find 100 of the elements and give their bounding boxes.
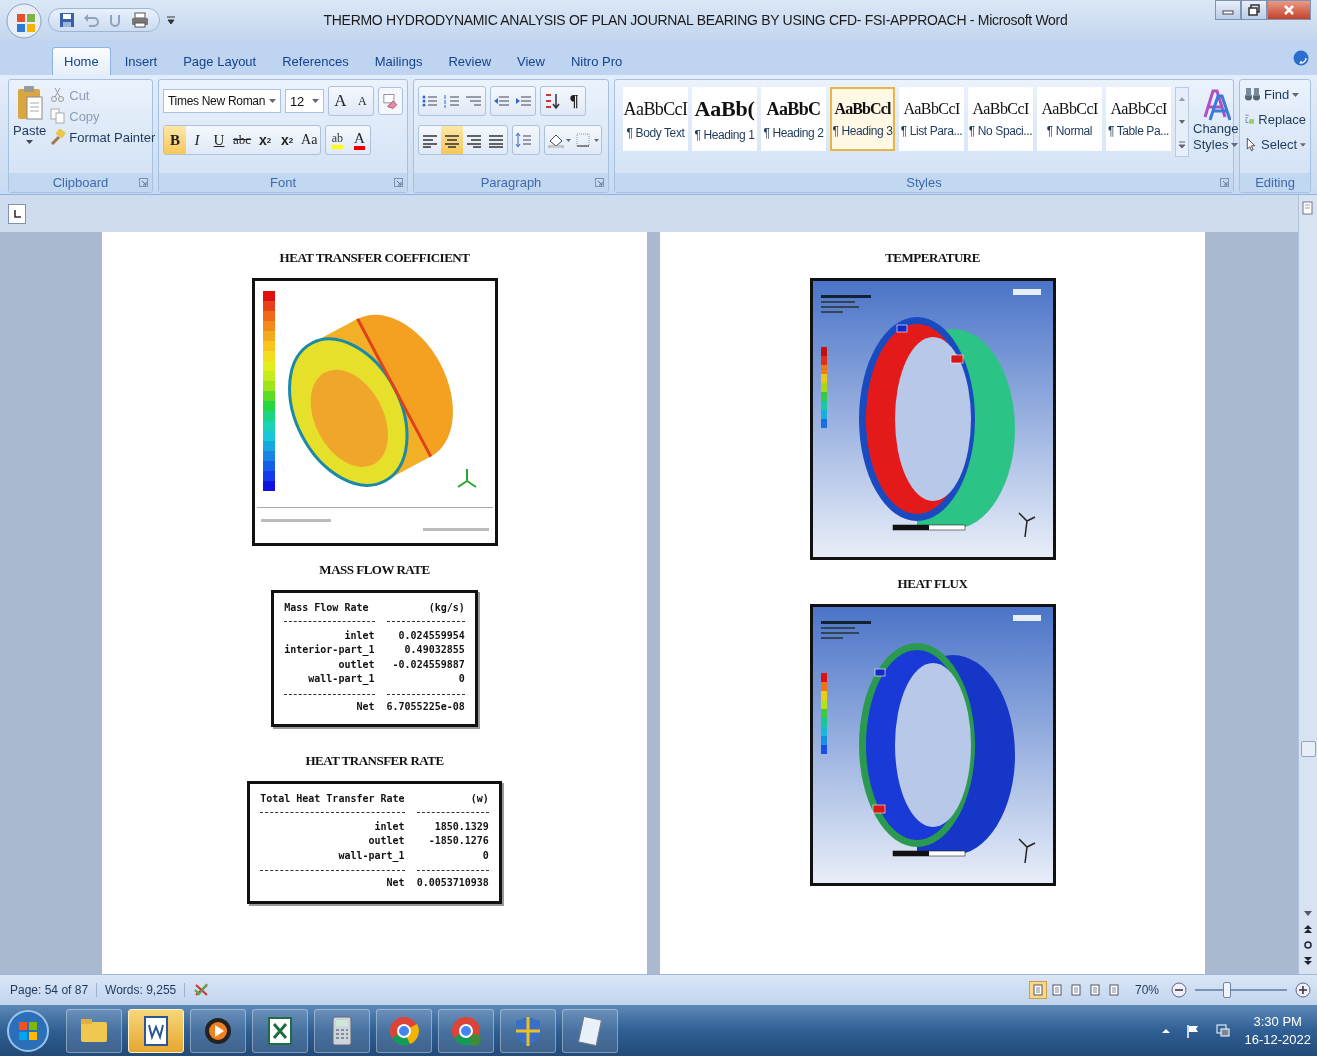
ribbon-tab[interactable]: View — [505, 47, 557, 75]
axis-triad-icon — [1017, 838, 1036, 864]
style-gallery-item[interactable]: AaBbCcI ¶ Table Pa... — [1106, 87, 1171, 151]
ribbon-tab[interactable]: Mailings — [362, 47, 435, 75]
network-icon[interactable] — [1214, 1022, 1231, 1039]
dialog-launcher-icon[interactable] — [595, 178, 604, 187]
ribbon-tab[interactable]: Page Layout — [171, 47, 269, 75]
dropdown-arrow-icon[interactable] — [312, 99, 320, 103]
view-mode-button[interactable] — [1028, 981, 1047, 999]
tab-selector-button[interactable] — [8, 203, 26, 224]
grow-font-button[interactable]: A — [329, 87, 352, 115]
group-label: Styles — [906, 175, 942, 190]
font-name-field[interactable]: Times New Roman — [163, 89, 281, 113]
change-styles-button[interactable]: Change Styles — [1193, 83, 1239, 170]
table-cell-text: 0.024559954 — [397, 628, 465, 643]
group-label: Font — [270, 175, 296, 190]
close-button[interactable] — [1267, 0, 1311, 20]
dialog-launcher-icon[interactable] — [139, 178, 148, 187]
print-icon[interactable] — [131, 12, 149, 28]
zoom-slider-thumb[interactable] — [1223, 982, 1232, 998]
table-cell: Total Heat Transfer Rate — [260, 792, 405, 813]
section-heading: HEAT TRANSFER RATE — [305, 753, 444, 769]
format-bold-button[interactable]: B — [164, 126, 186, 154]
format-italic-button[interactable]: I — [186, 126, 208, 154]
style-gallery-item[interactable]: AaBbC ¶ Heading 2 — [761, 87, 826, 151]
ribbon-tab[interactable]: Nitro Pro — [558, 47, 635, 75]
dialog-launcher-icon[interactable] — [1220, 178, 1229, 187]
zoom-level[interactable]: 70% — [1130, 983, 1163, 997]
ribbon-tab[interactable]: Insert — [112, 47, 170, 75]
close-icon[interactable] — [1283, 4, 1295, 16]
find-button[interactable]: Find — [1244, 86, 1306, 103]
page-view-icon — [1050, 984, 1063, 996]
numbered-list-icon — [443, 93, 461, 109]
table-cell-text: outlet — [337, 657, 375, 672]
zoom-in-icon[interactable] — [1295, 982, 1311, 998]
table-cell: (kg/s) — [386, 601, 465, 622]
axis-triad-icon — [1017, 512, 1036, 538]
office-button[interactable] — [6, 3, 42, 39]
align-center-button[interactable] — [441, 126, 463, 154]
next-page-icon[interactable] — [1303, 956, 1313, 966]
ruler-toggle-icon[interactable] — [1301, 201, 1315, 215]
help-icon[interactable] — [1293, 49, 1309, 66]
page-count[interactable]: Page: 54 of 87 — [10, 983, 98, 997]
window-title: THERMO HYDRODYNAMIC ANALYSIS OF PLAN JOURNAL BEARING BY USING CFD- FSI-APPROACH - Microsoft Word — [322, 12, 1069, 28]
replace-button[interactable]: Replace — [1244, 111, 1306, 128]
highlight-button[interactable]: ab — [326, 126, 349, 154]
flag-icon[interactable] — [1184, 1022, 1201, 1039]
customize-toolbar-icon[interactable] — [166, 15, 176, 25]
start-button[interactable] — [6, 1008, 50, 1053]
ribbon-tab[interactable]: Home — [52, 47, 111, 75]
scroll-thumb[interactable] — [1300, 741, 1316, 757]
browse-object-icon[interactable] — [1303, 940, 1313, 950]
dropdown-arrow-icon[interactable] — [268, 99, 276, 103]
table-cell-text: outlet — [367, 834, 405, 848]
gallery-scroll[interactable] — [1175, 87, 1189, 157]
eraser-icon — [382, 92, 399, 110]
format-strike-button[interactable]: abc — [230, 126, 255, 154]
page-view-icon — [1107, 984, 1120, 996]
clipboard-painter-button[interactable]: Format Painter — [50, 129, 156, 145]
restore-icon[interactable] — [1248, 4, 1260, 16]
format-case-button[interactable]: Aa — [298, 126, 321, 154]
style-gallery-item[interactable]: AaBbCcI ¶ List Para... — [899, 87, 964, 151]
section-heading: TEMPERATURE — [885, 250, 980, 266]
save-icon[interactable] — [59, 12, 75, 28]
vertical-scrollbar[interactable] — [1298, 195, 1317, 974]
select-button[interactable]: Select — [1244, 136, 1306, 153]
paste-button[interactable]: Paste — [13, 83, 47, 170]
logo-block — [1012, 615, 1041, 621]
clock-date[interactable]: 16-12-2022 — [1244, 1030, 1311, 1049]
caption-lines-drawing — [820, 295, 871, 313]
style-gallery-item[interactable]: AaBbCcI ¶ Body Text — [623, 87, 688, 151]
ribbon-tab[interactable]: Review — [436, 47, 503, 75]
table-cell-text: -1850.1276 — [427, 834, 489, 848]
previous-page-icon[interactable] — [1303, 924, 1313, 934]
style-gallery-item[interactable]: AaBbCcl ¶ Heading 3 — [830, 87, 895, 151]
style-gallery-item[interactable]: AaBb( ¶ Heading 1 — [692, 87, 757, 151]
restore-button[interactable] — [1241, 0, 1267, 20]
zoom-out-icon[interactable] — [1171, 982, 1187, 998]
style-gallery-item[interactable]: AaBbCcI ¶ Normal — [1037, 87, 1102, 151]
table-cell: Net — [260, 870, 405, 891]
paint-bucket-icon — [547, 132, 571, 148]
taskbar-app-button[interactable] — [128, 1008, 184, 1053]
bulleted-list-icon — [421, 93, 439, 109]
show-formatting-marks-button[interactable]: ¶ — [563, 87, 585, 115]
table-cell-text: inlet — [373, 819, 405, 834]
shrink-font-button[interactable]: A — [351, 87, 374, 115]
font-color-button[interactable]: A — [348, 126, 371, 154]
dialog-launcher-icon[interactable] — [394, 178, 403, 187]
style-gallery-item[interactable]: AaBbCcI ¶ No Spaci... — [968, 87, 1033, 151]
sort-icon — [543, 93, 561, 109]
font-size-field[interactable]: 12 — [284, 89, 325, 113]
ribbon-tab[interactable]: References — [270, 47, 361, 75]
format-underline-button[interactable]: U — [208, 126, 230, 154]
increase-indent-icon — [515, 93, 533, 109]
scroll-down-icon[interactable] — [1303, 908, 1313, 918]
table-cell: 6.7055225e-08 — [386, 693, 465, 714]
clear-formatting-button[interactable] — [378, 87, 403, 115]
word-count[interactable]: Words: 9,255 — [105, 983, 186, 997]
format-sup-button[interactable]: x$^{2}$ — [276, 126, 299, 154]
clock-time[interactable]: 3:30 PM — [1253, 1012, 1302, 1031]
